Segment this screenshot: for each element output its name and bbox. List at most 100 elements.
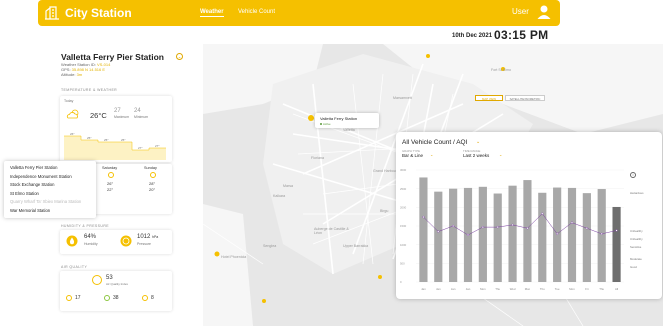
map-label: Hotel Phoenicia bbox=[221, 255, 247, 259]
vehicle-count-bar bbox=[493, 193, 502, 282]
today-weather-card: Today 26°C 27 Maximum 24 Minimum 26° 25°… bbox=[60, 96, 172, 162]
station-dropdown-menu[interactable]: Valletta Ferry Pier Station Independence… bbox=[4, 161, 96, 218]
map-label: Upper Barrakka bbox=[343, 244, 369, 248]
station-option[interactable]: St Elmo Station bbox=[10, 191, 39, 196]
aqi-point bbox=[511, 223, 514, 226]
min-temp: 24 bbox=[134, 108, 141, 114]
station-option[interactable]: Stock Exchange Station bbox=[10, 182, 54, 187]
map-label: Grand Harbour bbox=[373, 169, 397, 173]
vehicle-count-bar bbox=[597, 189, 606, 282]
sun-icon bbox=[150, 172, 156, 178]
station-popup[interactable]: Valletta Ferry Station Active bbox=[315, 113, 379, 128]
aqi-point bbox=[526, 227, 529, 230]
current-date: 10th Dec 2021 bbox=[452, 33, 493, 39]
map-view-toggle[interactable]: MAP VIEW bbox=[475, 95, 503, 101]
x-tick-label: Thu bbox=[495, 287, 500, 291]
forecast-low: 20° bbox=[149, 187, 156, 192]
forecast-high: 26° bbox=[107, 181, 114, 186]
aqi-point bbox=[481, 226, 484, 229]
hour-temp: 25° bbox=[104, 138, 109, 142]
aqi-point bbox=[437, 230, 440, 233]
user-avatar-icon[interactable] bbox=[536, 4, 552, 20]
x-tick-label: Jan bbox=[466, 287, 471, 291]
pressure-label: Pressure bbox=[137, 242, 152, 246]
legend-label: Hazardous bbox=[630, 191, 644, 195]
y-tick-label: 2500 bbox=[400, 187, 407, 191]
humidity-icon bbox=[66, 235, 78, 247]
y-tick-label: 2000 bbox=[400, 206, 407, 210]
vehicle-count-bar bbox=[434, 191, 443, 282]
pollutant-value: 17 bbox=[75, 295, 81, 301]
station-title[interactable]: Valletta Ferry Pier Station bbox=[61, 52, 164, 62]
current-time: 03:15 PM bbox=[494, 28, 549, 42]
legend-label: Unhealthy bbox=[630, 237, 643, 241]
min-label: Minimum bbox=[134, 115, 149, 119]
map-label: Marsa bbox=[283, 184, 293, 188]
sun-icon bbox=[108, 172, 114, 178]
humidity-value: 64% bbox=[84, 234, 97, 240]
map-label: Marsamxett bbox=[393, 96, 412, 100]
legend-label: Moderate bbox=[630, 257, 642, 261]
top-bar: City Station Weather Vehicle Count User bbox=[38, 0, 560, 26]
pollutant-icon bbox=[104, 295, 110, 301]
vehicle-aqi-chart-card: All Vehicle Count / AQI ⌄ GRAPH TYPE Bar… bbox=[396, 132, 662, 299]
satellite-view-toggle[interactable]: SATELLITE/ISOMETRIC bbox=[505, 95, 545, 101]
pressure-gauge-icon bbox=[120, 235, 132, 247]
x-tick-label: Mon bbox=[525, 287, 531, 291]
y-tick-label: 3000 bbox=[400, 168, 407, 172]
legend-label: Sensitive bbox=[630, 245, 642, 249]
x-tick-label: Thu bbox=[540, 287, 545, 291]
forecast-low: 22° bbox=[107, 187, 114, 192]
vehicle-count-bar bbox=[419, 177, 428, 282]
section-title: HUMIDITY & PRESSURE bbox=[61, 224, 109, 228]
aqi-point bbox=[422, 215, 425, 219]
section-title: TEMPERATURE & WEATHER bbox=[61, 88, 118, 92]
y-tick-label: 500 bbox=[400, 262, 405, 266]
map-label: Floriana bbox=[311, 156, 324, 160]
tab-vehicle-count[interactable]: Vehicle Count bbox=[238, 9, 275, 15]
x-tick-label: Tue bbox=[555, 287, 560, 291]
brand-name: City Station bbox=[65, 6, 132, 20]
collapse-panel-button[interactable]: ⌄ bbox=[176, 53, 183, 60]
pollutant-value: 8 bbox=[151, 295, 154, 301]
station-meta-altitude: Altitude: 3m bbox=[61, 72, 83, 77]
station-option[interactable]: Independence Monument Station bbox=[10, 174, 72, 179]
x-tick-label: Thu bbox=[599, 287, 604, 291]
y-tick-label: 0 bbox=[400, 280, 402, 284]
aqi-point bbox=[585, 227, 588, 230]
tab-weather[interactable]: Weather bbox=[200, 9, 224, 17]
aqi-point bbox=[541, 212, 544, 215]
city-logo-icon bbox=[45, 6, 59, 20]
legend-label: Good bbox=[630, 265, 637, 269]
station-option[interactable]: War Memorial Station bbox=[10, 208, 50, 213]
forecast-high: 28° bbox=[149, 181, 156, 186]
max-temp: 27 bbox=[114, 108, 121, 114]
popup-status: Active bbox=[323, 121, 331, 126]
hour-temp: 27° bbox=[155, 144, 160, 148]
vehicle-count-bar bbox=[538, 192, 547, 282]
user-label[interactable]: User bbox=[512, 7, 529, 16]
hourly-temp-chart bbox=[64, 135, 166, 160]
pollutant-icon bbox=[142, 295, 148, 301]
aqi-gauge-icon bbox=[92, 275, 102, 285]
humidity-label: Humidity bbox=[84, 242, 98, 246]
status-dot-icon bbox=[320, 122, 322, 125]
humidity-card: 64% Humidity 1012 hPa Pressure bbox=[60, 230, 172, 254]
station-option[interactable]: Valletta Ferry Pier Station bbox=[10, 165, 57, 170]
vehicle-count-bar bbox=[449, 188, 458, 282]
vehicle-count-bar bbox=[612, 206, 621, 282]
vehicle-count-bar bbox=[582, 193, 591, 282]
partly-cloudy-icon bbox=[66, 109, 79, 119]
pollutant-value: 38 bbox=[113, 295, 119, 301]
y-tick-label: 1500 bbox=[400, 224, 407, 228]
station-option-disabled: Quarry Wharf Ta' Xbiex Marina Station bbox=[10, 199, 82, 204]
aqi-point bbox=[496, 226, 499, 229]
x-tick-label: Mon bbox=[569, 287, 575, 291]
vehicle-aqi-chart: 3000 2500 2000 1500 1000 500 0 Jan Jan Jan Jan Mon… bbox=[400, 168, 644, 291]
forecast-day: Sunday bbox=[144, 166, 157, 170]
map-label: Fort St Elmo bbox=[491, 68, 511, 72]
air-quality-card: 53 Air Quality Index 17 38 8 bbox=[60, 271, 172, 311]
x-tick-label: Jan bbox=[451, 287, 456, 291]
forecast-day: Saturday bbox=[102, 166, 118, 170]
vehicle-count-bar bbox=[523, 180, 532, 282]
